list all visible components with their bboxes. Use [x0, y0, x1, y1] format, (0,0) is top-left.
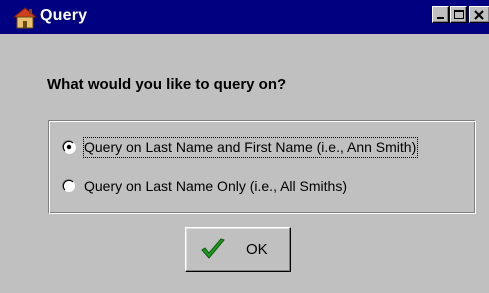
maximize-button[interactable] — [450, 6, 467, 23]
ok-button[interactable]: OK — [185, 227, 291, 272]
minimize-button[interactable] — [432, 6, 449, 23]
radio-unselected-icon[interactable] — [62, 179, 76, 193]
minimize-icon — [437, 17, 444, 19]
radio-selected-icon[interactable] — [62, 140, 76, 154]
query-dialog-window: Query What would you like to query on? Q… — [0, 0, 489, 293]
ok-button-label: OK — [246, 241, 268, 258]
option-label[interactable]: Query on Last Name Only (i.e., All Smith… — [84, 177, 347, 196]
close-icon — [474, 10, 484, 20]
checkmark-icon — [201, 238, 225, 259]
close-button[interactable] — [469, 6, 489, 23]
maximize-icon — [454, 10, 464, 19]
window-title: Query — [40, 7, 88, 24]
option-label[interactable]: Query on Last Name and First Name (i.e.,… — [82, 137, 419, 158]
title-bar[interactable]: Query — [0, 0, 489, 34]
query-options-group — [48, 120, 476, 214]
query-question-label: What would you like to query on? — [47, 76, 287, 93]
house-icon — [12, 7, 38, 29]
